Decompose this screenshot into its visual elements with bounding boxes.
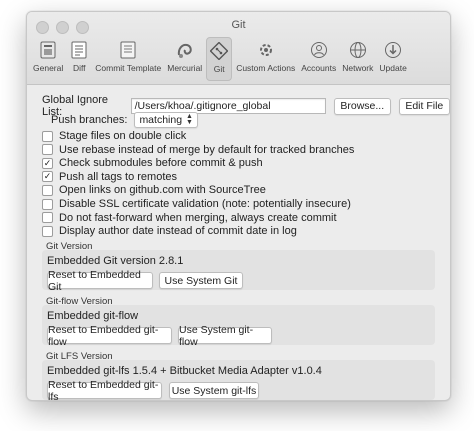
option-label: Do not fast-forward when merging, always… [59,211,337,224]
option-label: Stage files on double click [59,130,187,142]
push-branches-row: Push branches: matching ▲ ▼ [51,112,198,128]
gitflow-version-group: Embedded git-flow Reset to Embedded git-… [42,305,435,348]
tab-general[interactable]: General [31,37,65,81]
tab-network[interactable]: Network [340,37,375,81]
option-row[interactable]: ✓ Check submodules before commit & push [42,157,263,169]
option-checkbox[interactable] [42,130,53,142]
option-label: Use rebase instead of merge by default f… [59,143,355,156]
option-row[interactable]: Display author date instead of commit da… [42,225,297,237]
edit-file-button[interactable]: Edit File [398,97,450,115]
option-label: Open links on github.com with SourceTree [59,184,266,197]
option-checkbox[interactable] [42,225,53,237]
option-row[interactable]: ✓ Push all tags to remotes [42,171,177,183]
option-label: Display author date instead of commit da… [59,225,297,238]
select-arrows-icon: ▲ ▼ [186,113,193,126]
option-row[interactable]: Disable SSL certificate validation (note… [42,198,351,210]
tab-custom-actions[interactable]: Custom Actions [234,37,297,81]
push-branches-label: Push branches: [51,114,128,126]
git-icon [209,41,229,61]
general-icon [38,40,58,60]
option-row[interactable]: Open links on github.com with SourceTree [42,184,266,196]
tab-commit-template[interactable]: Commit Template [93,37,163,81]
window-title: Git [231,19,246,31]
option-row[interactable]: Stage files on double click [42,130,186,142]
browse-button[interactable]: Browse... [333,97,391,115]
use-system-gitflow-button[interactable]: Use System git-flow [178,324,272,348]
custom-actions-icon [256,40,276,60]
preferences-toolbar: General Diff Commit Template Mercurial G… [31,37,411,81]
network-icon [348,40,368,60]
gitflow-version-text: Embedded git-flow [47,310,139,322]
tab-update[interactable]: Update [377,37,408,81]
diff-icon [69,40,89,60]
option-checkbox[interactable] [42,144,53,156]
git-version-text: Embedded Git version 2.8.1 [47,255,184,267]
git-version-group: Embedded Git version 2.8.1 Reset to Embe… [42,250,435,293]
option-checkbox-checked[interactable]: ✓ [42,157,53,169]
tab-git[interactable]: Git [206,37,233,81]
option-row[interactable]: Use rebase instead of merge by default f… [42,144,354,156]
mercurial-icon [175,40,195,60]
gitlfs-version-group: Embedded git-lfs 1.5.4 + Bitbucket Media… [42,360,435,400]
option-checkbox[interactable] [42,184,53,196]
option-checkbox-checked[interactable]: ✓ [42,171,53,183]
push-branches-select[interactable]: matching ▲ ▼ [134,112,198,128]
reset-embedded-gitlfs-button[interactable]: Reset to Embedded git-lfs [47,379,162,400]
option-label: Push all tags to remotes [59,170,178,183]
option-label: Check submodules before commit & push [59,157,263,170]
gitlfs-version-text: Embedded git-lfs 1.5.4 + Bitbucket Media… [47,365,322,377]
git-settings-pane: Global Ignore List: /Users/khoa/.gitigno… [27,85,450,400]
use-system-git-button[interactable]: Use System Git [159,272,243,289]
use-system-gitlfs-button[interactable]: Use System git-lfs [169,382,259,399]
option-checkbox[interactable] [42,212,53,224]
tab-mercurial[interactable]: Mercurial [165,37,204,81]
option-row[interactable]: Do not fast-forward when merging, always… [42,212,337,224]
reset-embedded-gitflow-button[interactable]: Reset to Embedded git-flow [47,324,172,348]
option-checkbox[interactable] [42,198,53,210]
preferences-window: Git General Diff Commit Template Mercuri… [26,11,451,401]
title-bar: Git General Diff Commit Template Mercuri… [27,12,450,85]
update-icon [383,40,403,60]
tab-diff[interactable]: Diff [67,37,91,81]
commit-template-icon [118,40,138,60]
option-label: Disable SSL certificate validation (note… [59,198,351,210]
reset-embedded-git-button[interactable]: Reset to Embedded Git [47,269,153,293]
accounts-icon [309,40,329,60]
tab-accounts[interactable]: Accounts [299,37,338,81]
